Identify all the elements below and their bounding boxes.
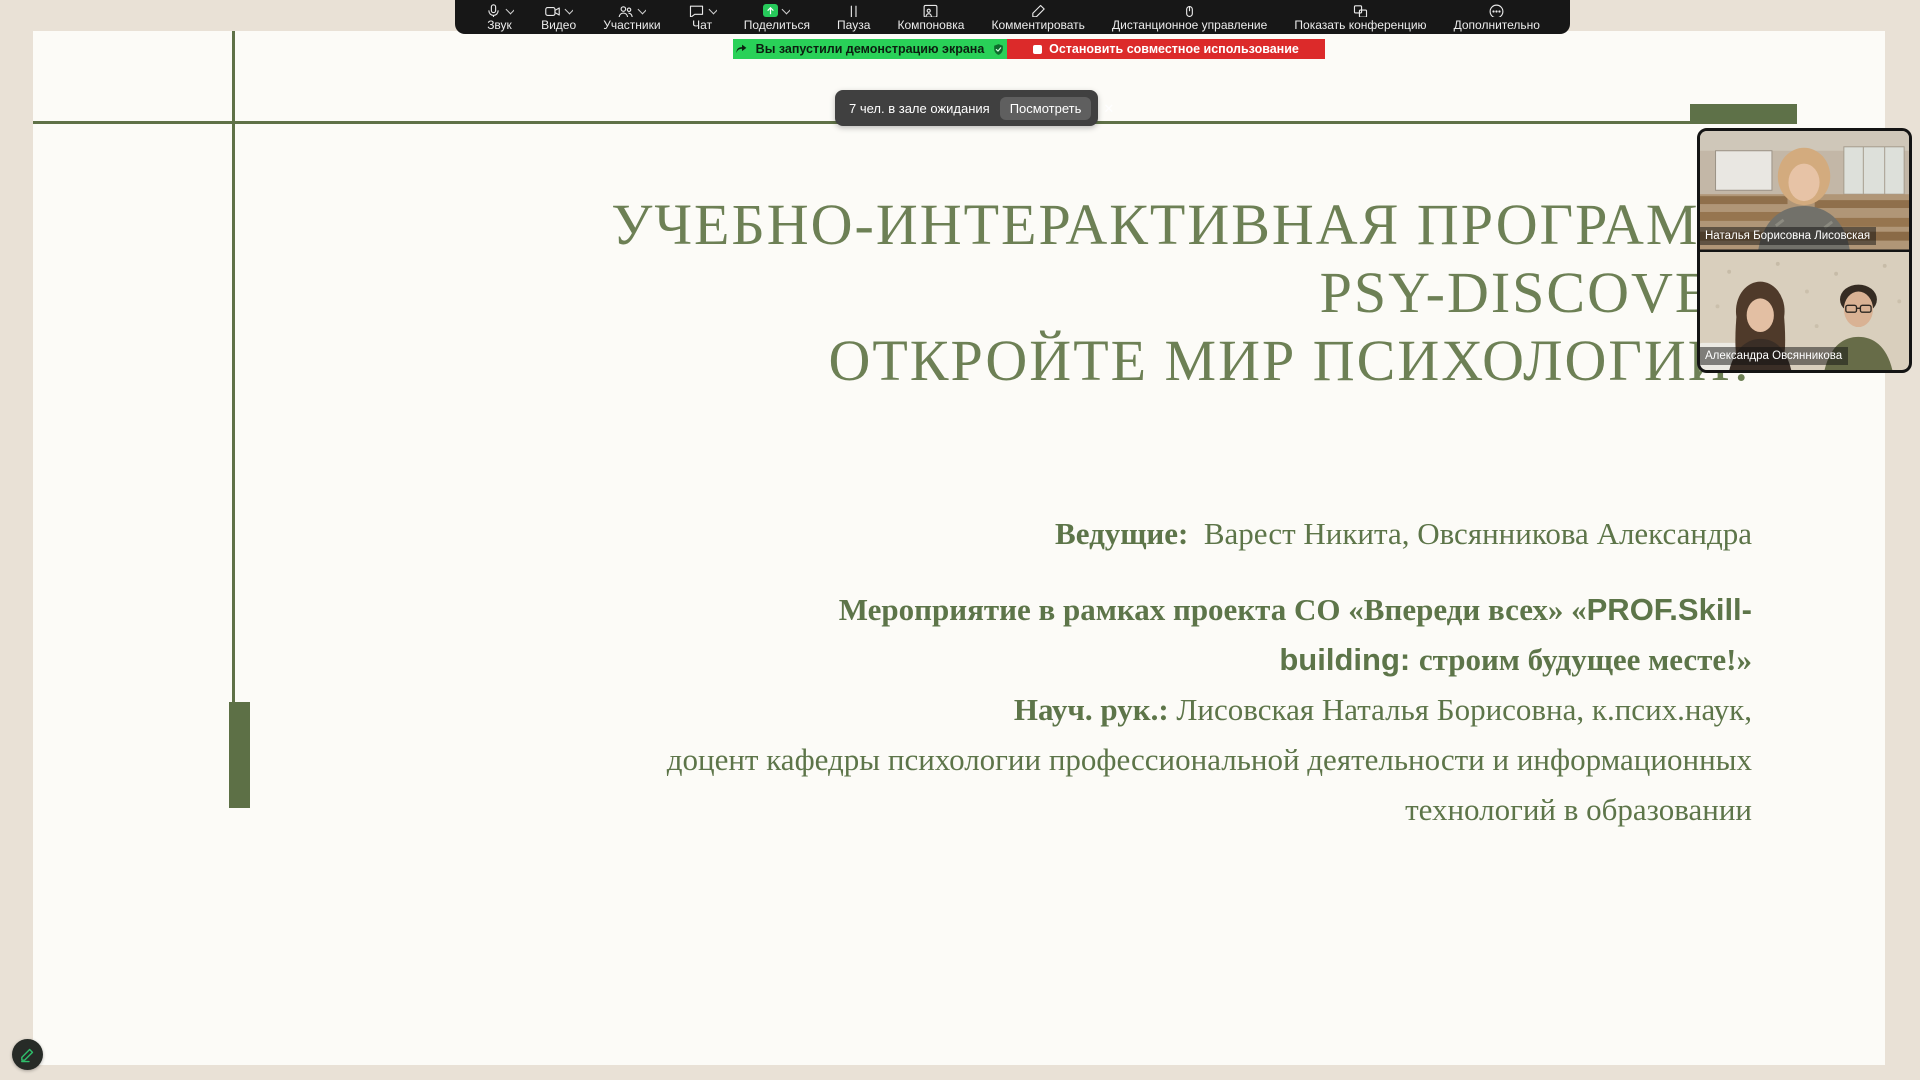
shield-check-icon [992,43,1005,56]
toolbar-item-label: Показать конференцию [1294,18,1426,32]
toolbar-item-remote-control[interactable]: Дистанционное управление [1112,4,1267,34]
slide-body-line: Мероприятие в рамках проекта СО «Впереди… [667,585,1752,635]
video-camera-icon [544,4,573,17]
slide-text-segment: технологий в образовании [1405,792,1752,827]
microphone-icon [485,4,514,17]
toolbar-item-microphone[interactable]: Звук [485,4,514,34]
toolbar-item-show-conference[interactable]: Показать конференцию [1294,4,1426,34]
screen-share-status-banner: Вы запустили демонстрацию экрана [733,39,1007,59]
toolbar-item-participants[interactable]: Участники [603,4,660,34]
slide-text-segment: доцент кафедры психологии профессиональн… [667,742,1752,777]
slide-body-text: Ведущие: Варест Никита, Овсянникова Алек… [667,509,1752,835]
slide-text-segment: building: [1279,642,1418,677]
slide-title-line: PSY-DISCOVER [611,259,1753,327]
toolbar-item-label: Звук [487,18,512,32]
meeting-toolbar: Звук Видео Участники Чат Поделиться Пауза Комп… [455,0,1570,34]
waiting-room-text: 7 чел. в зале ожидания [849,101,990,116]
slide-vertical-accent-line [232,31,235,702]
participant-video-tile[interactable]: Наталья Борисовна Лисовская [1700,131,1909,250]
slide-text-segment: Ведущие: [1055,516,1188,551]
slide-text-segment: PROF.Skill- [1587,592,1752,627]
annotate-fab-button[interactable] [12,1039,43,1070]
chevron-down-icon[interactable] [708,5,716,15]
annotate-icon [1030,4,1047,17]
stop-share-button[interactable]: Остановить совместное использование [1007,39,1325,59]
slide-body-line: технологий в образовании [667,785,1752,835]
toolbar-item-label: Дистанционное управление [1112,18,1267,32]
more-icon [1488,4,1505,17]
toolbar-item-more[interactable]: Дополнительно [1454,4,1540,34]
slide-text-segment: Варест Никита, Овсянникова Александра [1188,516,1752,551]
chevron-down-icon[interactable] [638,5,646,15]
close-icon[interactable]: ✕ [1103,102,1114,115]
layout-icon [922,4,939,17]
slide-text-segment: строим будущее месте!» [1419,642,1752,677]
toolbar-item-label: Видео [541,18,576,32]
stop-banner-text: Остановить совместное использование [1049,42,1299,56]
chevron-down-icon[interactable] [506,5,514,15]
toolbar-item-label: Компоновка [897,18,964,32]
pencil-icon [19,1046,36,1063]
slide-text-segment: Мероприятие в рамках проекта СО «Впереди… [839,592,1587,627]
slide-text-segment: Науч. рук.: [1014,692,1177,727]
slide-body-line: доцент кафедры психологии профессиональн… [667,735,1752,785]
toolbar-item-pause[interactable]: Пауза [837,4,870,34]
chevron-down-icon[interactable] [565,5,573,15]
show-conference-icon [1352,4,1369,17]
share-arrow-icon [735,43,748,56]
slide-title-line: ОТКРОЙТЕ МИР ПСИХОЛОГИИ! [611,327,1753,395]
toolbar-item-chat[interactable]: Чат [688,4,717,34]
toolbar-item-layout[interactable]: Компоновка [897,4,964,34]
chat-icon [688,4,717,17]
pause-icon [845,4,862,17]
slide-accent-bar [229,702,250,808]
participants-icon [617,4,646,17]
toolbar-item-label: Участники [603,18,660,32]
share-banner-text: Вы запустили демонстрацию экрана [756,42,985,56]
slide-text-segment: Лисовская Наталья Борисовна, к.псих.наук… [1176,692,1752,727]
share-screen-icon [763,4,790,17]
toolbar-item-video-camera[interactable]: Видео [541,4,576,34]
slide-body-line: building: строим будущее месте!» [667,635,1752,685]
participant-video-tile[interactable]: Александра Овсянникова [1700,250,1909,371]
shared-slide: УЧЕБНО-ИНТЕРАКТИВНАЯ ПРОГРАММPSY-DISCOVE… [33,31,1885,1065]
participant-name-label: Наталья Борисовна Лисовская [1700,227,1876,245]
toolbar-item-label: Пауза [837,18,870,32]
toolbar-item-label: Поделиться [744,18,810,32]
slide-title-line: УЧЕБНО-ИНТЕРАКТИВНАЯ ПРОГРАММ [611,191,1753,259]
slide-body-line: Ведущие: Варест Никита, Овсянникова Алек… [667,509,1752,559]
toolbar-item-share-screen[interactable]: Поделиться [744,4,810,34]
toolbar-item-label: Дополнительно [1454,18,1540,32]
chevron-down-icon[interactable] [782,5,790,15]
slide-accent-rectangle [1690,104,1797,123]
remote-control-icon [1181,4,1198,17]
slide-title: УЧЕБНО-ИНТЕРАКТИВНАЯ ПРОГРАММPSY-DISCOVE… [611,191,1753,395]
participant-name-label: Александра Овсянникова [1700,347,1848,365]
stop-square-icon [1033,45,1042,54]
toolbar-item-annotate[interactable]: Комментировать [992,4,1085,34]
waiting-room-toast: 7 чел. в зале ожидания Посмотреть ✕ [835,90,1098,126]
participant-video-strip: Наталья Борисовна Лисовская Александра О… [1697,128,1912,373]
toolbar-item-label: Комментировать [992,18,1085,32]
view-waiting-room-button[interactable]: Посмотреть [1000,97,1092,120]
slide-body-line: Науч. рук.: Лисовская Наталья Борисовна,… [667,685,1752,735]
toolbar-item-label: Чат [692,18,712,32]
